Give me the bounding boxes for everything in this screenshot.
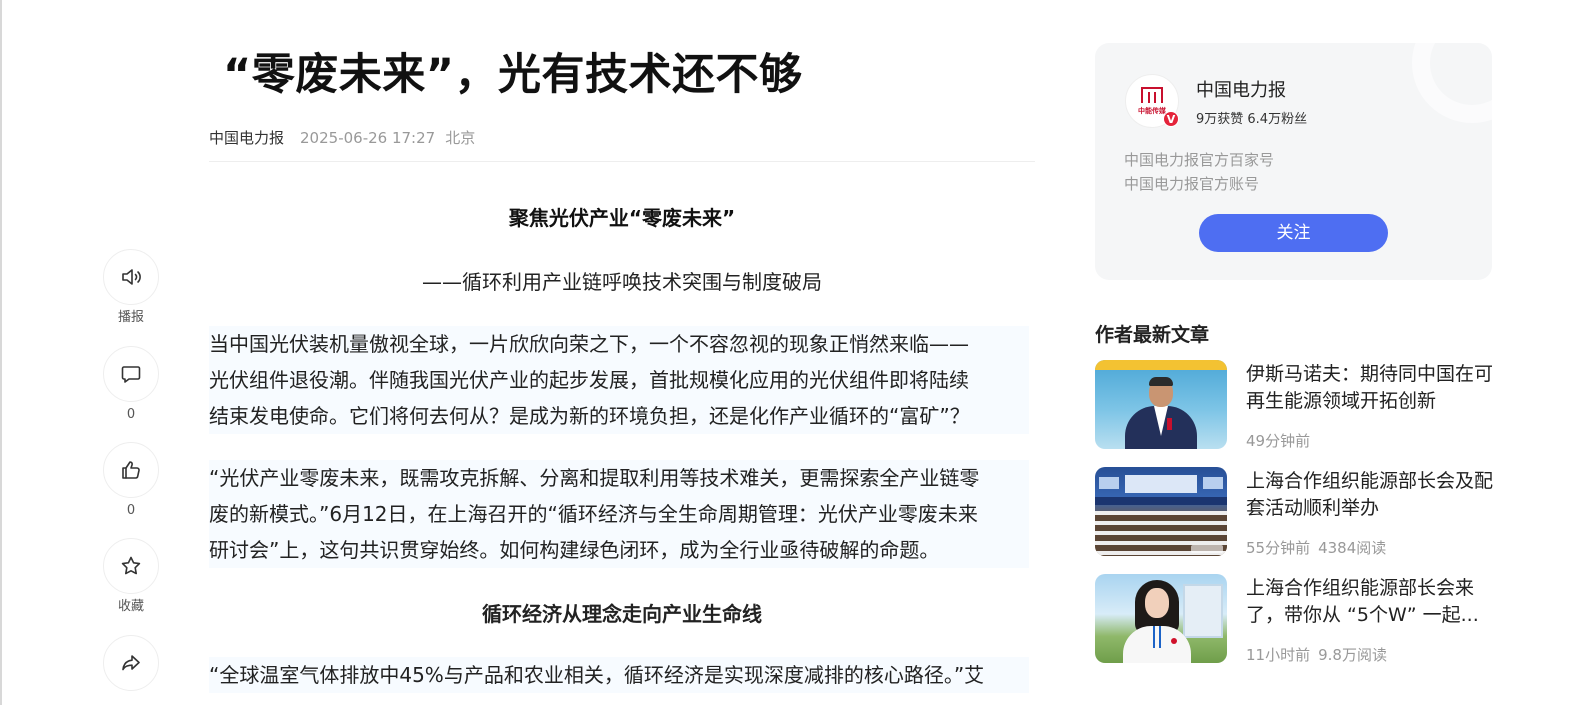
author-card: 中能传媒 V 中国电力报 9万获赞 6.4万粉丝 中国电力报官方百家号 中国电力… (1095, 43, 1492, 280)
latest-article-title[interactable]: 伊斯马诺夫：期待同中国在可 再生能源领域开拓创新 (1246, 361, 1494, 415)
play-action[interactable]: 播报 (103, 249, 159, 326)
article-time: 49分钟前 (1246, 432, 1311, 450)
article-thumbnail[interactable] (1095, 360, 1227, 449)
share-action[interactable] (103, 635, 159, 691)
meta-divider (209, 161, 1035, 162)
paragraph-line: “全球温室气体排放中45%与产品和农业相关，循环经济是实现深度减排的核心路径。”… (209, 657, 1029, 693)
subtitle-main: 聚焦光伏产业“零废未来” (508, 206, 736, 230)
title-line: 再生能源领域开拓创新 (1246, 390, 1437, 412)
paragraph-2: “光伏产业零废未来，既需攻克拆解、分离和提取利用等技术难关，更需探索全产业链零 … (209, 460, 1029, 568)
article-thumbnail[interactable] (1095, 467, 1227, 556)
article-title: “零废未来”，光有技术还不够 (223, 50, 803, 100)
author-desc-1: 中国电力报官方百家号 (1124, 151, 1275, 169)
paragraph-line: 结束发电使命。它们将何去何从？是成为新的环境负担，还是化作产业循环的“富矿”？ (209, 398, 1029, 434)
latest-article-item[interactable]: 上海合作组织能源部长会及配 套活动顺利举办 55分钟前 4384阅读 (1095, 467, 1495, 558)
logo-mark-icon (1141, 86, 1163, 103)
title-line: 了，带你从 “5个W” 一起... (1246, 604, 1479, 626)
share-icon (122, 655, 140, 671)
meta-location: 北京 (445, 129, 476, 147)
paragraph-line: “光伏产业零废未来，既需攻克拆解、分离和提取利用等技术难关，更需探索全产业链零 (209, 460, 1029, 496)
article-thumbnail[interactable] (1095, 574, 1227, 663)
paragraph-line: 研讨会”上，这句共识贯穿始终。如何构建绿色闭环，成为全行业亟待破解的命题。 (209, 532, 1029, 568)
paragraph-1: 当中国光伏装机量傲视全球，一片欣欣向荣之下，一个不容忽视的现象正悄然来临—— 光… (209, 326, 1029, 434)
comment-button[interactable] (103, 346, 159, 402)
paragraph-line: 光伏组件退役潮。伴随我国光伏产业的起步发展，首批规模化应用的光伏组件即将陆续 (209, 362, 1029, 398)
latest-article-title[interactable]: 上海合作组织能源部长会来 了，带你从 “5个W” 一起... (1246, 575, 1494, 629)
comment-action[interactable]: 0 (103, 346, 159, 423)
window-edge (0, 0, 2, 705)
title-line: 套活动顺利举办 (1246, 497, 1380, 519)
star-icon (121, 556, 141, 575)
comment-count: 0 (126, 407, 136, 422)
speaker-icon (122, 269, 141, 285)
article-reads: 4384阅读 (1318, 539, 1387, 557)
title-line: 上海合作组织能源部长会来 (1246, 577, 1475, 599)
thumbs-up-icon (122, 461, 140, 479)
collect-action[interactable]: 收藏 (103, 538, 159, 615)
follow-button[interactable]: 关注 (1199, 214, 1388, 252)
collect-label: 收藏 (117, 599, 144, 614)
play-button[interactable] (103, 249, 159, 305)
share-button[interactable] (103, 635, 159, 691)
title-line: 伊斯马诺夫：期待同中国在可 (1246, 363, 1494, 385)
latest-article-item[interactable]: 伊斯马诺夫：期待同中国在可 再生能源领域开拓创新 49分钟前 (1095, 360, 1495, 451)
meta-date: 2025-06-26 17:27 (300, 129, 436, 147)
like-count: 0 (126, 503, 136, 518)
subtitle-sub: ——循环利用产业链呼唤技术突围与制度破局 (422, 270, 822, 294)
latest-article-meta: 49分钟前 (1246, 430, 1310, 451)
avatar-logo-text: 中能传媒 (1138, 106, 1166, 115)
paragraph-line: 当中国光伏装机量傲视全球，一片欣欣向荣之下，一个不容忽视的现象正悄然来临—— (209, 326, 1029, 362)
author-desc-2: 中国电力报官方账号 (1124, 175, 1260, 193)
title-line: 上海合作组织能源部长会及配 (1246, 470, 1494, 492)
latest-articles-heading: 作者最新文章 (1095, 324, 1210, 346)
article-reads: 9.8万阅读 (1318, 646, 1387, 664)
collect-button[interactable] (103, 538, 159, 594)
latest-article-item[interactable]: 上海合作组织能源部长会来 了，带你从 “5个W” 一起... 11小时前 9.8万… (1095, 574, 1495, 665)
play-label: 播报 (117, 310, 144, 325)
article-time: 11小时前 (1246, 646, 1311, 664)
author-stats: 9万获赞 6.4万粉丝 (1196, 112, 1308, 127)
latest-article-title[interactable]: 上海合作组织能源部长会及配 套活动顺利举办 (1246, 468, 1494, 522)
article-meta: 中国电力报 2025-06-26 17:27 北京 (209, 127, 475, 148)
verified-badge: V (1163, 111, 1179, 127)
like-action[interactable]: 0 (103, 442, 159, 519)
paragraph-3: “全球温室气体排放中45%与产品和农业相关，循环经济是实现深度减排的核心路径。”… (209, 657, 1029, 693)
comment-icon (121, 366, 141, 383)
paragraph-line: 废的新模式。”6月12日，在上海召开的“循环经济与全生命周期管理：光伏产业零废未… (209, 496, 1029, 532)
author-name[interactable]: 中国电力报 (1196, 76, 1286, 102)
article-time: 55分钟前 (1246, 539, 1311, 557)
section-heading: 循环经济从理念走向产业生命线 (482, 602, 762, 626)
card-decoration (1412, 43, 1492, 123)
latest-article-meta: 55分钟前 4384阅读 (1246, 537, 1386, 558)
like-button[interactable] (103, 442, 159, 498)
meta-author[interactable]: 中国电力报 (209, 129, 284, 147)
latest-article-meta: 11小时前 9.8万阅读 (1246, 644, 1387, 665)
